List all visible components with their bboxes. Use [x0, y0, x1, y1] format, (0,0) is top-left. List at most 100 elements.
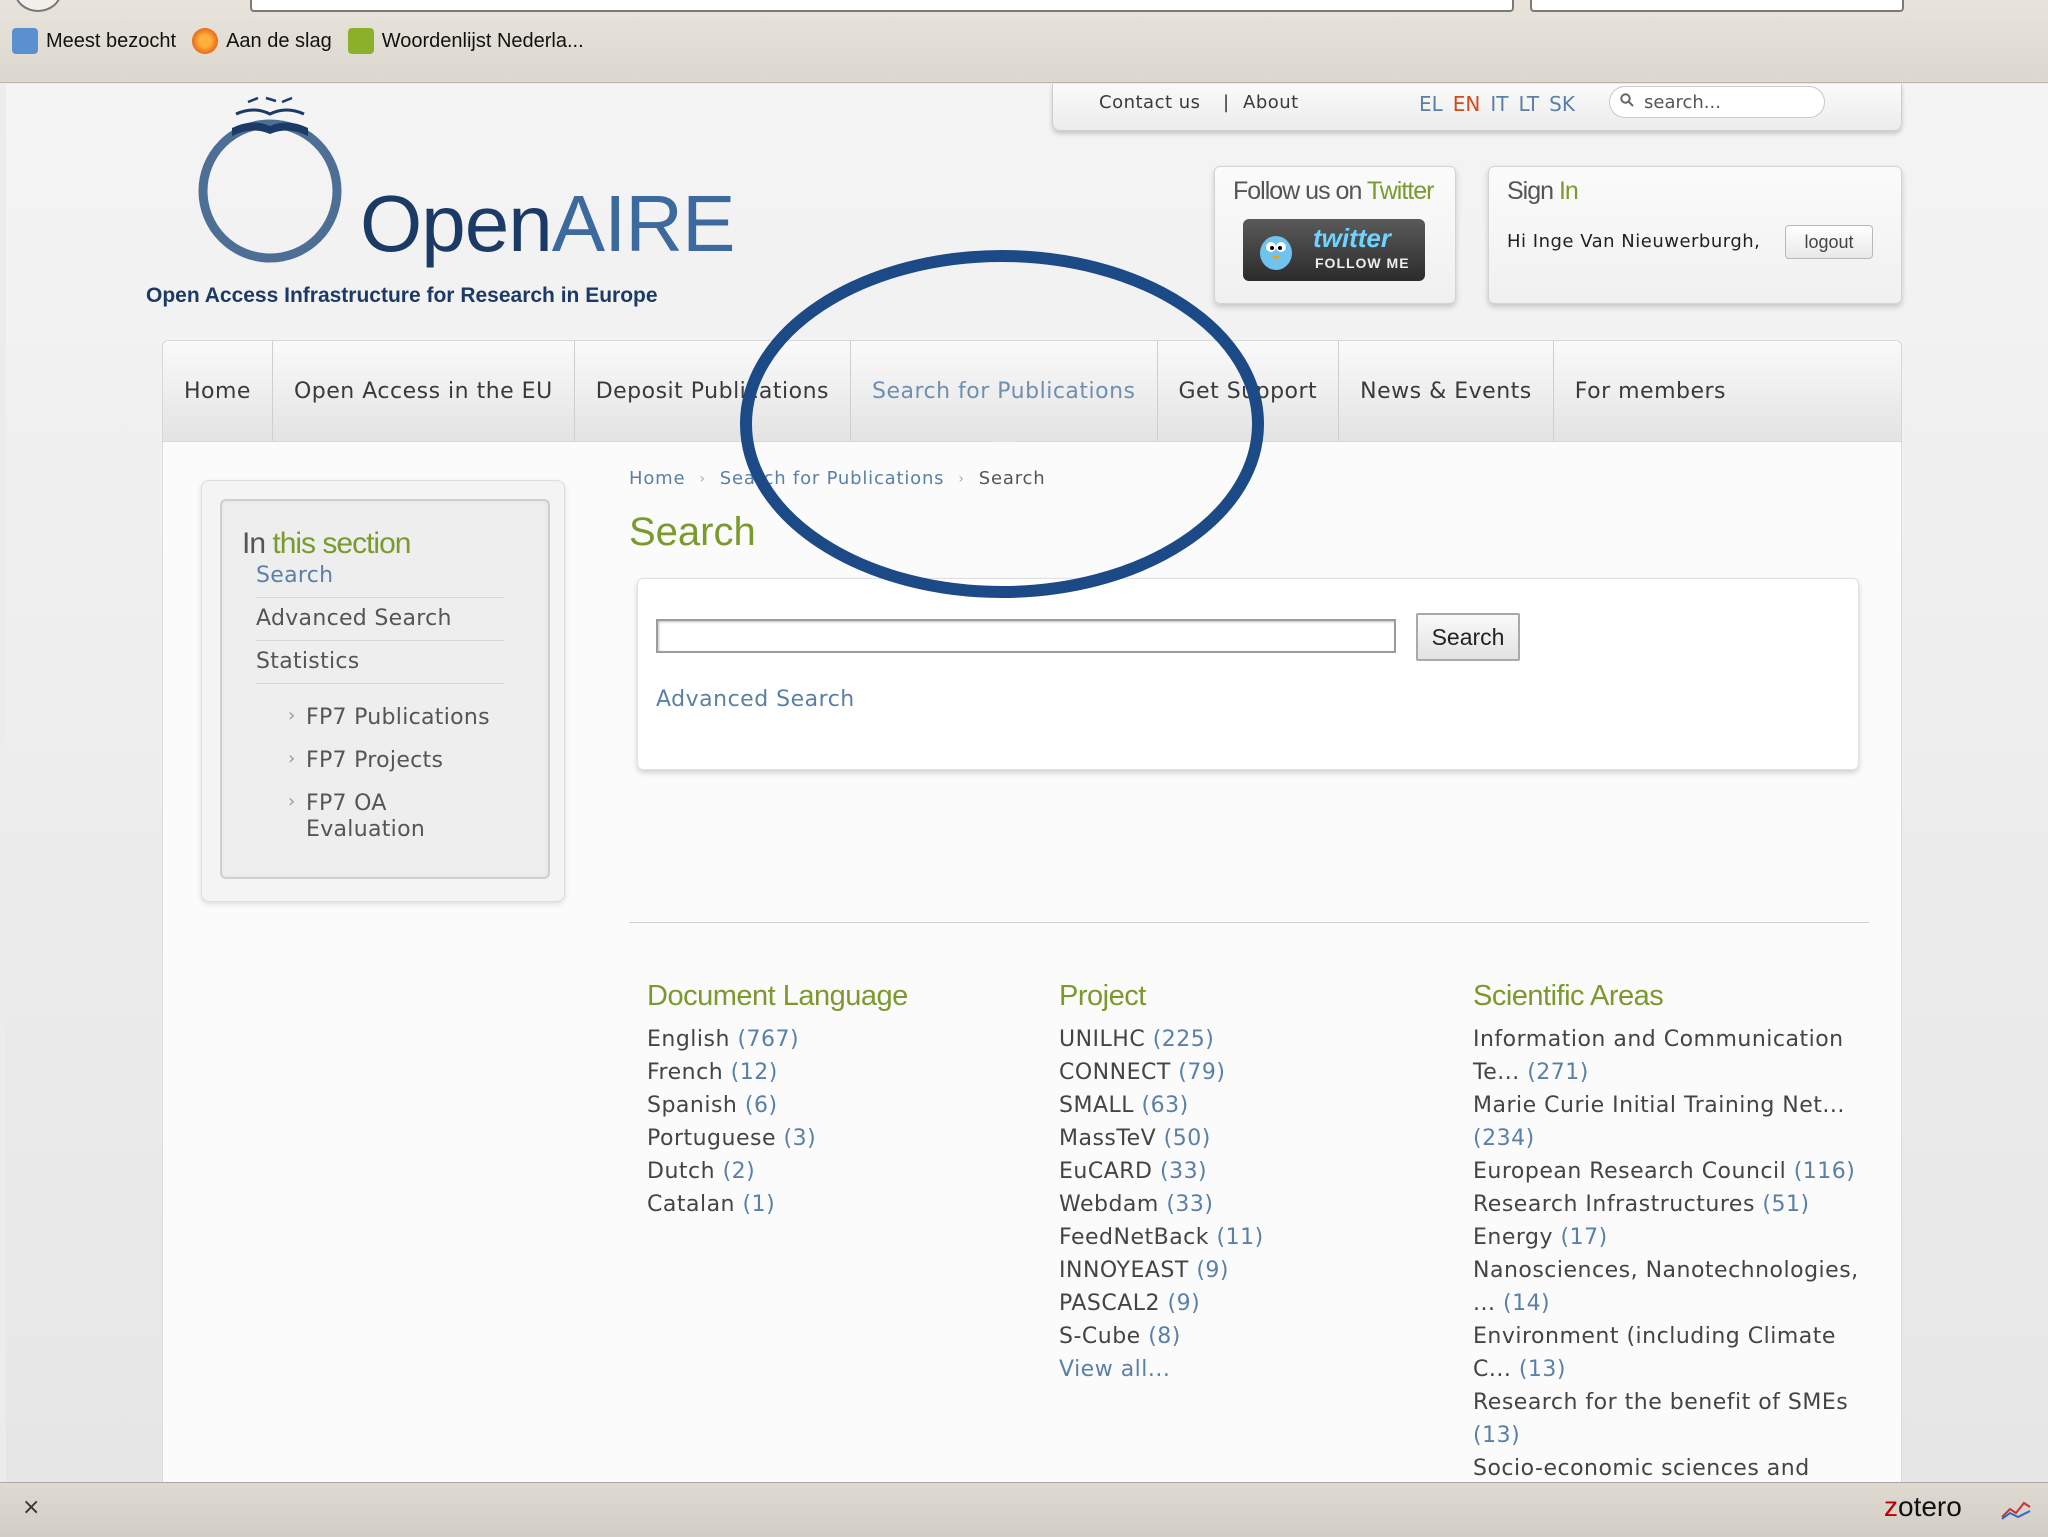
twitter-follow-button[interactable]: twitter FOLLOW ME [1243, 219, 1425, 281]
facet-list: English (767) French (12) Spanish (6) Portu… [647, 1023, 1007, 1221]
facet-item-count: (3) [783, 1126, 817, 1151]
lang-lt[interactable]: LT [1519, 92, 1540, 116]
firefox-icon [192, 28, 219, 54]
logout-button[interactable]: logout [1785, 225, 1873, 259]
sidebar-item-advanced-search[interactable]: Advanced Search [256, 598, 504, 641]
nav-search-publications[interactable]: Search for Publications [851, 341, 1158, 453]
facet-title: Scientific Areas [1473, 980, 1664, 1012]
sidebar-subitem-fp7-oa-evaluation[interactable]: FP7 OA Evaluation [288, 785, 504, 854]
contact-link[interactable]: Contact us [1099, 92, 1201, 113]
facet-item-language[interactable]: Portuguese (3) [647, 1122, 1007, 1155]
nav-open-access-eu[interactable]: Open Access in the EU [273, 341, 575, 441]
facet-item-count: (50) [1163, 1126, 1211, 1151]
bookmark-meest-bezocht[interactable]: Meest bezocht [12, 28, 176, 54]
facet-item-count: (17) [1560, 1225, 1608, 1250]
lang-it[interactable]: IT [1490, 92, 1508, 116]
nav-home[interactable]: Home [163, 341, 273, 441]
facet-item-project[interactable]: SMALL (63) [1059, 1089, 1439, 1122]
facet-item-label: European Research Council [1473, 1159, 1787, 1184]
facet-item-count: (767) [737, 1027, 800, 1052]
breadcrumb-current: Search [978, 468, 1046, 489]
facet-item-project[interactable]: FeedNetBack (11) [1059, 1221, 1439, 1254]
sidebar-item-search[interactable]: Search [256, 555, 504, 598]
signin-title: Sign In [1507, 177, 1579, 205]
breadcrumb-home[interactable]: Home [629, 468, 685, 489]
signin-widget: Sign In Hi Inge Van Nieuwerburgh, logout [1488, 166, 1902, 304]
search-panel: Search Advanced Search [637, 578, 1859, 770]
facet-item-language[interactable]: Spanish (6) [647, 1089, 1007, 1122]
nav-for-members[interactable]: For members [1554, 341, 1747, 441]
logo-emblem-icon [198, 96, 342, 263]
twitter-bird-icon [1260, 236, 1292, 270]
sidebar-item-statistics[interactable]: Statistics [256, 641, 504, 684]
lang-en[interactable]: EN [1453, 92, 1481, 116]
facet-list: UNILHC (225) CONNECT (79) SMALL (63) MassTe… [1059, 1023, 1439, 1353]
facet-item-project[interactable]: S-Cube (8) [1059, 1320, 1439, 1353]
dictionary-icon [347, 28, 374, 54]
facet-item-project[interactable]: Webdam (33) [1059, 1188, 1439, 1221]
facet-item-science[interactable]: European Research Council (116) [1473, 1155, 1873, 1188]
facet-item-count: (8) [1148, 1324, 1181, 1349]
search-input[interactable] [656, 619, 1396, 653]
view-all-projects-link[interactable]: View all... [1059, 1353, 1439, 1386]
facet-item-science[interactable]: Information and Communication Te... (271… [1473, 1023, 1873, 1089]
facet-item-science[interactable]: Nanosciences, Nanotechnologies, ... (14) [1473, 1254, 1873, 1320]
search-button[interactable]: Search [1416, 613, 1520, 661]
facet-item-science[interactable]: Research Infrastructures (51) [1473, 1188, 1873, 1221]
zotero-button[interactable]: zotero [1884, 1491, 1962, 1523]
facet-item-language[interactable]: French (12) [647, 1056, 1007, 1089]
chart-icon[interactable] [2000, 1497, 2032, 1521]
bookmarks-bar: Meest bezocht Aan de slag Woordenlijst N… [12, 28, 584, 54]
openaire-logo[interactable]: OpenAIRE Open Access Infrastructure for … [146, 92, 735, 322]
facet-item-project[interactable]: EuCARD (33) [1059, 1155, 1439, 1188]
facet-item-science[interactable]: Research for the benefit of SMEs (13) [1473, 1386, 1873, 1452]
breadcrumb-separator: › [958, 471, 965, 487]
web-page: Contact us | About EL EN IT LT SK OpenAI… [6, 84, 2048, 1514]
facet-item-project[interactable]: MassTeV (50) [1059, 1122, 1439, 1155]
close-icon[interactable]: × [22, 1495, 40, 1520]
facet-item-count: (13) [1518, 1357, 1567, 1382]
lang-sk[interactable]: SK [1549, 92, 1575, 116]
facet-item-project[interactable]: UNILHC (225) [1059, 1023, 1439, 1056]
facet-item-label: Research Infrastructures [1473, 1192, 1755, 1217]
twitter-brand-label: twitter [1313, 223, 1391, 253]
about-link[interactable]: About [1243, 92, 1299, 113]
facet-item-label: UNILHC [1059, 1027, 1146, 1052]
sidebar-subitem-fp7-publications[interactable]: FP7 Publications [288, 699, 504, 742]
facet-item-count: (234) [1473, 1126, 1535, 1151]
nav-get-support[interactable]: Get Support [1158, 341, 1340, 441]
sidebar-subitem-fp7-projects[interactable]: FP7 Projects [288, 742, 504, 785]
address-bar[interactable] [250, 0, 1514, 12]
facet-item-science[interactable]: Energy (17) [1473, 1221, 1873, 1254]
facet-item-science[interactable]: Environment (including Climate C... (13) [1473, 1320, 1873, 1386]
facet-item-project[interactable]: PASCAL2 (9) [1059, 1287, 1439, 1320]
page-title: Search [629, 510, 756, 554]
facet-scientific-areas: Scientific Areas Information and Communi… [1473, 980, 1873, 1518]
facet-item-science[interactable]: Marie Curie Initial Training Net... (234… [1473, 1089, 1873, 1155]
sidebar-menu: Search Advanced Search Statistics [256, 555, 504, 684]
facet-item-count: (9) [1167, 1291, 1201, 1316]
facet-item-language[interactable]: English (767) [647, 1023, 1007, 1056]
facet-item-language[interactable]: Catalan (1) [647, 1188, 1007, 1221]
nav-news-events[interactable]: News & Events [1339, 341, 1554, 441]
browser-search-bar[interactable] [1530, 0, 1904, 12]
search-icon[interactable] [1620, 93, 1634, 107]
bookmark-aan-de-slag[interactable]: Aan de slag [192, 28, 332, 54]
back-button[interactable] [14, 0, 62, 12]
logo-wordmark: OpenAIRE [360, 179, 735, 268]
bookmark-woordenlijst[interactable]: Woordenlijst Nederla... [347, 28, 584, 54]
nav-deposit-publications[interactable]: Deposit Publications [575, 341, 851, 441]
facet-item-count: (13) [1473, 1423, 1521, 1448]
lang-el[interactable]: EL [1419, 92, 1443, 116]
facet-item-language[interactable]: Dutch (2) [647, 1155, 1007, 1188]
advanced-search-link[interactable]: Advanced Search [656, 687, 855, 712]
breadcrumb-section[interactable]: Search for Publications [720, 468, 945, 489]
browser-status-bar: × zotero [0, 1482, 2048, 1537]
facet-item-project[interactable]: CONNECT (79) [1059, 1056, 1439, 1089]
facet-item-label: Spanish [647, 1093, 738, 1118]
site-search-input[interactable] [1642, 91, 1816, 114]
facet-item-project[interactable]: INNOYEAST (9) [1059, 1254, 1439, 1287]
facet-item-count: (116) [1793, 1159, 1856, 1184]
user-greeting: Hi Inge Van Nieuwerburgh, [1507, 231, 1761, 252]
facet-title: Document Language [647, 980, 908, 1012]
